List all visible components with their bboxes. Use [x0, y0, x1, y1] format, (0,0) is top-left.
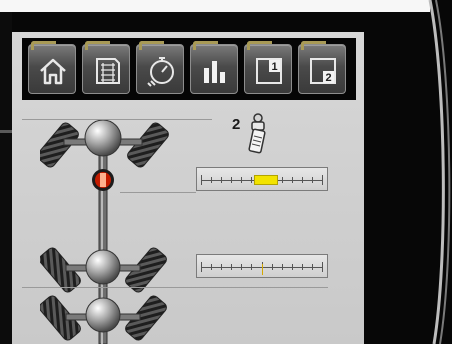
gauge-tick: [211, 264, 212, 270]
gauge-tick: [302, 177, 303, 183]
memory-button[interactable]: [82, 41, 130, 94]
stopwatch-icon: [147, 57, 174, 87]
divider-top: [22, 119, 212, 120]
divider-left: [120, 192, 196, 193]
bezel-top: [0, 0, 430, 12]
gauge-tick: [322, 262, 323, 272]
page-2-icon: 2: [310, 58, 336, 84]
bezel-right: [428, 0, 451, 344]
load-tag-icon: [248, 113, 266, 154]
home-icon: [40, 58, 66, 85]
axle-warning-indicator: [92, 169, 114, 191]
gauge-tick: [211, 177, 212, 183]
gauge-tick: [312, 177, 313, 183]
front-axle-gauge: [196, 167, 328, 191]
gauge-tick: [201, 262, 202, 272]
gauge-tick: [231, 264, 232, 270]
axle-number: 2: [232, 116, 241, 133]
rear-axle-gauge: [196, 254, 328, 278]
page-1-label: 1: [271, 61, 277, 73]
gauge-tick: [292, 177, 293, 183]
page-1-icon: 1: [256, 58, 282, 84]
gauge-tick: [302, 264, 303, 270]
gauge-tick: [282, 177, 283, 183]
statistics-button[interactable]: [190, 41, 238, 94]
front-axle-scale: [201, 173, 323, 187]
toolbar: 1 2: [22, 38, 356, 100]
gauge-tick: [221, 264, 222, 270]
gauge-tick: [282, 264, 283, 270]
gauge-tick: [322, 175, 323, 185]
gauge-tick: [231, 177, 232, 183]
gauge-tick: [201, 175, 202, 185]
divider-middle: [22, 287, 328, 288]
gauge-marker: [262, 264, 263, 275]
gauge-tick: [251, 264, 252, 270]
timer-button[interactable]: [136, 41, 184, 94]
gauge-marker: [254, 175, 278, 185]
gauge-tick: [292, 264, 293, 270]
page-2-label: 2: [325, 72, 331, 84]
memory-card-icon: [96, 58, 120, 84]
gauge-tick: [251, 177, 252, 183]
home-button[interactable]: [28, 41, 76, 94]
gauge-tick: [241, 264, 242, 270]
rear-axle-scale: [201, 260, 323, 275]
left-strip: [0, 12, 12, 344]
page-1-button[interactable]: 1: [244, 41, 292, 94]
gauge-tick: [241, 177, 242, 183]
bar-chart-icon: [204, 61, 225, 83]
gauge-tick: [221, 177, 222, 183]
page-2-button[interactable]: 2: [298, 41, 346, 94]
axle-diagram: [40, 119, 169, 344]
gauge-tick: [272, 264, 273, 270]
gauge-tick: [312, 264, 313, 270]
